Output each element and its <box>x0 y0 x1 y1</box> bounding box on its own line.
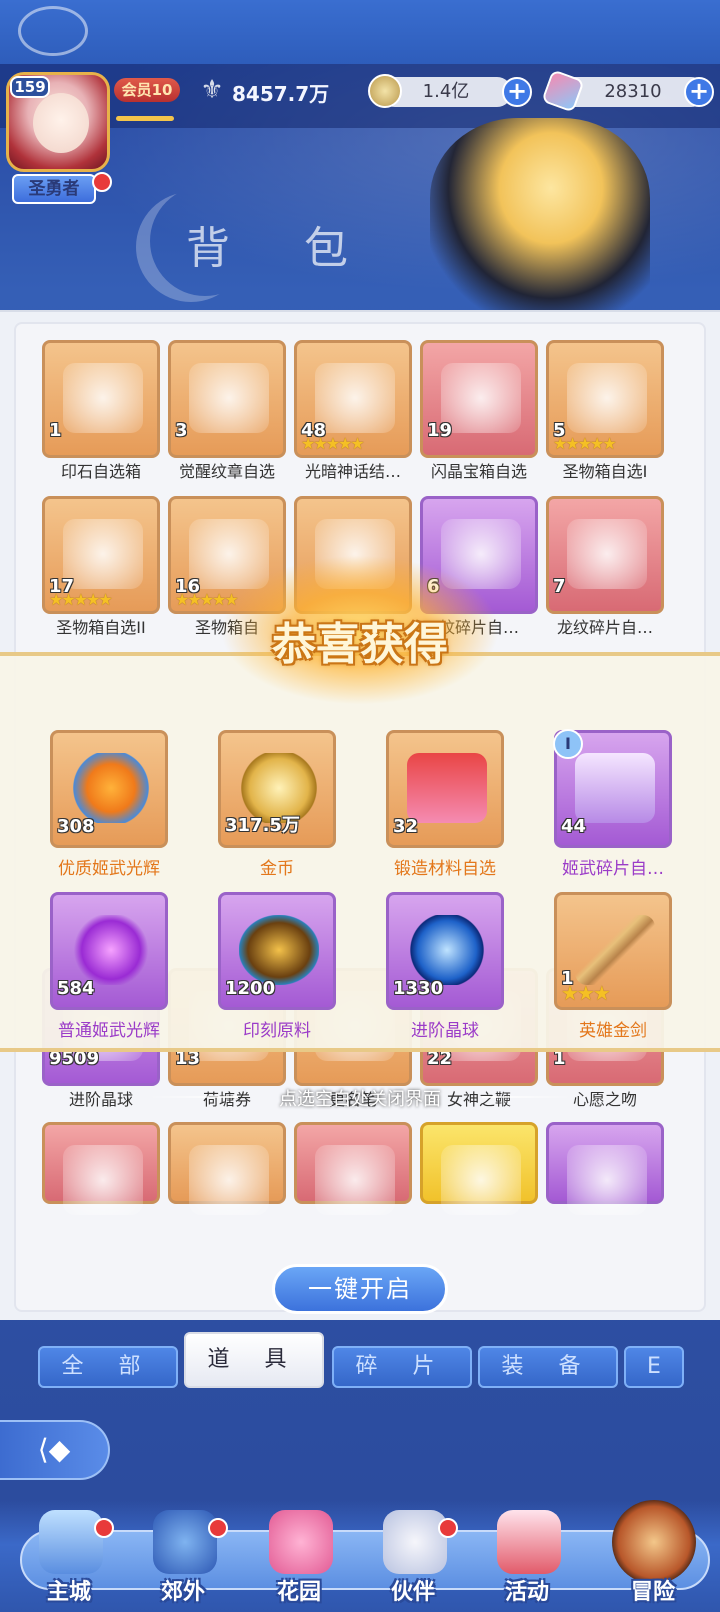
reward-item-count: 1330 <box>393 978 444 999</box>
reward-item[interactable]: 584 <box>50 892 168 1010</box>
reward-item-count: 308 <box>57 816 95 837</box>
reward-item-count: 584 <box>57 978 95 999</box>
reward-item-count: 317.5万 <box>225 815 300 836</box>
reward-item-count: 44 <box>561 816 587 837</box>
reward-item-icon <box>71 753 151 823</box>
reward-item[interactable]: 1200 <box>218 892 336 1010</box>
reward-item-icon <box>575 915 655 985</box>
hint-line-right <box>482 1096 572 1098</box>
reward-item-icon <box>575 753 655 823</box>
reward-item-name: 进阶晶球 <box>411 1021 479 1041</box>
reward-item-name: 英雄金剑 <box>579 1021 647 1041</box>
reward-item-count: 32 <box>393 816 419 837</box>
reward-item-icon <box>71 915 151 985</box>
reward-item-tier-badge: I <box>553 729 583 759</box>
reward-item-icon <box>407 915 487 985</box>
reward-item-name: 印刻原料 <box>243 1021 311 1041</box>
reward-item-name: 锻造材料自选 <box>394 859 496 879</box>
reward-item[interactable]: 308 <box>50 730 168 848</box>
reward-item[interactable]: 317.5万 <box>218 730 336 848</box>
reward-item[interactable]: 1 ★★★ <box>554 892 672 1010</box>
reward-item-name: 优质姬武光辉 <box>58 859 160 879</box>
reward-item-name: 金币 <box>260 859 294 879</box>
reward-item[interactable]: I 44 <box>553 729 672 848</box>
reward-item-name: 姬武碎片自… <box>562 859 664 879</box>
reward-item-name: 普通姬武光辉 <box>58 1021 160 1041</box>
reward-item[interactable]: 1330 <box>386 892 504 1010</box>
reward-popup-title: 恭喜获得 <box>272 619 448 670</box>
reward-item-icon <box>407 753 487 823</box>
close-hint[interactable]: 点选空白处关闭界面 <box>236 1085 484 1111</box>
reward-item[interactable]: 32 <box>386 730 504 848</box>
reward-item-icon <box>239 915 319 985</box>
reward-item-count: 1200 <box>225 978 276 999</box>
reward-item-stars: ★★★ <box>561 981 611 1005</box>
hint-line-left <box>148 1096 238 1098</box>
